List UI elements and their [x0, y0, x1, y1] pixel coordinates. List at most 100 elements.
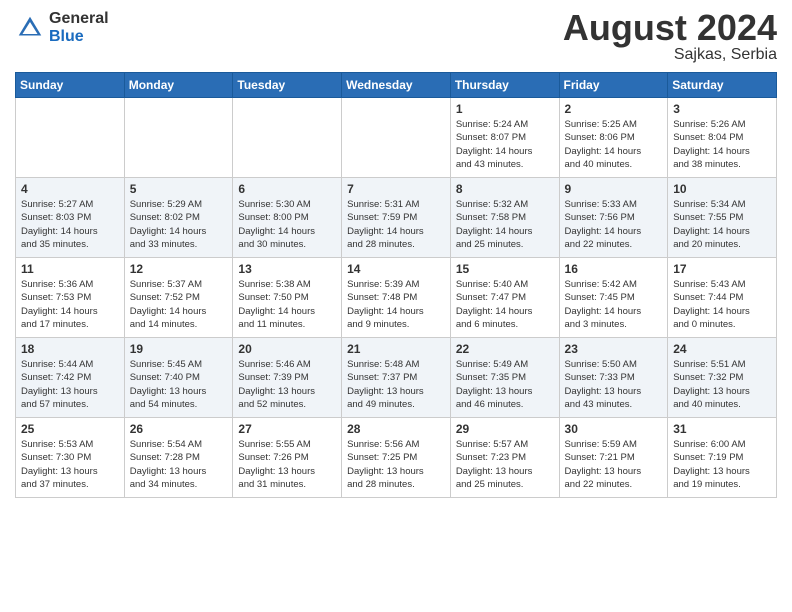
weekday-header-sunday: Sunday	[16, 73, 125, 98]
day-info: Sunrise: 5:33 AM Sunset: 7:56 PM Dayligh…	[565, 198, 663, 251]
day-info: Sunrise: 5:53 AM Sunset: 7:30 PM Dayligh…	[21, 438, 119, 491]
calendar-week-2: 4 Sunrise: 5:27 AM Sunset: 8:03 PM Daylig…	[16, 178, 777, 258]
day-info: Sunrise: 5:43 AM Sunset: 7:44 PM Dayligh…	[673, 278, 771, 331]
calendar-cell: 10 Sunrise: 5:34 AM Sunset: 7:55 PM Dayli…	[668, 178, 777, 258]
day-number: 1	[456, 102, 554, 116]
day-info: Sunrise: 5:30 AM Sunset: 8:00 PM Dayligh…	[238, 198, 336, 251]
day-info: Sunrise: 5:25 AM Sunset: 8:06 PM Dayligh…	[565, 118, 663, 171]
calendar-cell: 2 Sunrise: 5:25 AM Sunset: 8:06 PM Daylig…	[559, 98, 668, 178]
day-info: Sunrise: 5:56 AM Sunset: 7:25 PM Dayligh…	[347, 438, 445, 491]
calendar-week-5: 25 Sunrise: 5:53 AM Sunset: 7:30 PM Dayli…	[16, 418, 777, 498]
month-title: August 2024	[563, 10, 777, 46]
calendar-cell: 3 Sunrise: 5:26 AM Sunset: 8:04 PM Daylig…	[668, 98, 777, 178]
day-number: 16	[565, 262, 663, 276]
day-info: Sunrise: 5:51 AM Sunset: 7:32 PM Dayligh…	[673, 358, 771, 411]
calendar-week-4: 18 Sunrise: 5:44 AM Sunset: 7:42 PM Dayli…	[16, 338, 777, 418]
day-info: Sunrise: 5:26 AM Sunset: 8:04 PM Dayligh…	[673, 118, 771, 171]
day-number: 2	[565, 102, 663, 116]
calendar-cell	[342, 98, 451, 178]
calendar-cell: 17Sunrise: 5:43 AM Sunset: 7:44 PM Dayli…	[668, 258, 777, 338]
day-number: 24	[673, 342, 771, 356]
day-number: 11	[21, 262, 119, 276]
day-info: Sunrise: 5:40 AM Sunset: 7:47 PM Dayligh…	[456, 278, 554, 331]
calendar-cell: 26 Sunrise: 5:54 AM Sunset: 7:28 PM Dayli…	[124, 418, 233, 498]
logo-icon	[15, 13, 45, 43]
calendar-cell: 16 Sunrise: 5:42 AM Sunset: 7:45 PM Dayli…	[559, 258, 668, 338]
day-info: Sunrise: 5:50 AM Sunset: 7:33 PM Dayligh…	[565, 358, 663, 411]
day-info: Sunrise: 5:45 AM Sunset: 7:40 PM Dayligh…	[130, 358, 228, 411]
day-info: Sunrise: 5:38 AM Sunset: 7:50 PM Dayligh…	[238, 278, 336, 331]
calendar-cell: 29Sunrise: 5:57 AM Sunset: 7:23 PM Dayli…	[450, 418, 559, 498]
title-block: August 2024 Sajkas, Serbia	[563, 10, 777, 64]
calendar-week-3: 11Sunrise: 5:36 AM Sunset: 7:53 PM Dayli…	[16, 258, 777, 338]
calendar-cell: 12 Sunrise: 5:37 AM Sunset: 7:52 PM Dayli…	[124, 258, 233, 338]
day-number: 26	[130, 422, 228, 436]
calendar-cell: 9 Sunrise: 5:33 AM Sunset: 7:56 PM Daylig…	[559, 178, 668, 258]
calendar-cell: 5 Sunrise: 5:29 AM Sunset: 8:02 PM Daylig…	[124, 178, 233, 258]
day-info: Sunrise: 5:49 AM Sunset: 7:35 PM Dayligh…	[456, 358, 554, 411]
day-number: 22	[456, 342, 554, 356]
calendar-cell: 23 Sunrise: 5:50 AM Sunset: 7:33 PM Dayli…	[559, 338, 668, 418]
calendar-cell: 11Sunrise: 5:36 AM Sunset: 7:53 PM Dayli…	[16, 258, 125, 338]
day-number: 5	[130, 182, 228, 196]
calendar-week-1: 1 Sunrise: 5:24 AM Sunset: 8:07 PM Daylig…	[16, 98, 777, 178]
day-number: 12	[130, 262, 228, 276]
day-number: 19	[130, 342, 228, 356]
calendar-cell: 18 Sunrise: 5:44 AM Sunset: 7:42 PM Dayli…	[16, 338, 125, 418]
day-number: 30	[565, 422, 663, 436]
day-info: Sunrise: 5:55 AM Sunset: 7:26 PM Dayligh…	[238, 438, 336, 491]
day-info: Sunrise: 5:39 AM Sunset: 7:48 PM Dayligh…	[347, 278, 445, 331]
calendar-cell: 22 Sunrise: 5:49 AM Sunset: 7:35 PM Dayli…	[450, 338, 559, 418]
calendar-cell: 8 Sunrise: 5:32 AM Sunset: 7:58 PM Daylig…	[450, 178, 559, 258]
day-info: Sunrise: 5:29 AM Sunset: 8:02 PM Dayligh…	[130, 198, 228, 251]
weekday-header-saturday: Saturday	[668, 73, 777, 98]
day-info: Sunrise: 5:27 AM Sunset: 8:03 PM Dayligh…	[21, 198, 119, 251]
day-number: 3	[673, 102, 771, 116]
calendar-cell: 25 Sunrise: 5:53 AM Sunset: 7:30 PM Dayli…	[16, 418, 125, 498]
calendar-cell: 21Sunrise: 5:48 AM Sunset: 7:37 PM Dayli…	[342, 338, 451, 418]
calendar-cell: 13 Sunrise: 5:38 AM Sunset: 7:50 PM Dayli…	[233, 258, 342, 338]
day-number: 27	[238, 422, 336, 436]
day-number: 20	[238, 342, 336, 356]
day-number: 15	[456, 262, 554, 276]
day-number: 23	[565, 342, 663, 356]
calendar-cell: 7Sunrise: 5:31 AM Sunset: 7:59 PM Daylig…	[342, 178, 451, 258]
calendar-cell: 20Sunrise: 5:46 AM Sunset: 7:39 PM Dayli…	[233, 338, 342, 418]
day-info: Sunrise: 5:34 AM Sunset: 7:55 PM Dayligh…	[673, 198, 771, 251]
day-number: 9	[565, 182, 663, 196]
weekday-header-thursday: Thursday	[450, 73, 559, 98]
day-number: 18	[21, 342, 119, 356]
calendar-cell: 19 Sunrise: 5:45 AM Sunset: 7:40 PM Dayli…	[124, 338, 233, 418]
day-info: Sunrise: 5:54 AM Sunset: 7:28 PM Dayligh…	[130, 438, 228, 491]
calendar-cell: 14Sunrise: 5:39 AM Sunset: 7:48 PM Dayli…	[342, 258, 451, 338]
day-number: 29	[456, 422, 554, 436]
calendar-cell	[16, 98, 125, 178]
calendar-cell: 30Sunrise: 5:59 AM Sunset: 7:21 PM Dayli…	[559, 418, 668, 498]
day-number: 8	[456, 182, 554, 196]
day-number: 25	[21, 422, 119, 436]
day-number: 10	[673, 182, 771, 196]
day-number: 28	[347, 422, 445, 436]
logo: General Blue	[15, 10, 109, 45]
page-header: General Blue August 2024 Sajkas, Serbia	[15, 10, 777, 64]
weekday-header-monday: Monday	[124, 73, 233, 98]
day-info: Sunrise: 5:24 AM Sunset: 8:07 PM Dayligh…	[456, 118, 554, 171]
logo-text: General Blue	[49, 10, 109, 45]
calendar-cell: 1 Sunrise: 5:24 AM Sunset: 8:07 PM Daylig…	[450, 98, 559, 178]
day-info: Sunrise: 5:37 AM Sunset: 7:52 PM Dayligh…	[130, 278, 228, 331]
calendar-cell: 31 Sunrise: 6:00 AM Sunset: 7:19 PM Dayli…	[668, 418, 777, 498]
day-info: Sunrise: 5:32 AM Sunset: 7:58 PM Dayligh…	[456, 198, 554, 251]
day-number: 21	[347, 342, 445, 356]
day-number: 13	[238, 262, 336, 276]
calendar-cell: 6Sunrise: 5:30 AM Sunset: 8:00 PM Daylig…	[233, 178, 342, 258]
weekday-header-wednesday: Wednesday	[342, 73, 451, 98]
day-info: Sunrise: 6:00 AM Sunset: 7:19 PM Dayligh…	[673, 438, 771, 491]
calendar-cell: 28 Sunrise: 5:56 AM Sunset: 7:25 PM Dayli…	[342, 418, 451, 498]
location: Sajkas, Serbia	[563, 46, 777, 64]
day-number: 4	[21, 182, 119, 196]
day-number: 31	[673, 422, 771, 436]
day-info: Sunrise: 5:44 AM Sunset: 7:42 PM Dayligh…	[21, 358, 119, 411]
weekday-header-tuesday: Tuesday	[233, 73, 342, 98]
day-info: Sunrise: 5:42 AM Sunset: 7:45 PM Dayligh…	[565, 278, 663, 331]
logo-blue: Blue	[49, 28, 109, 46]
